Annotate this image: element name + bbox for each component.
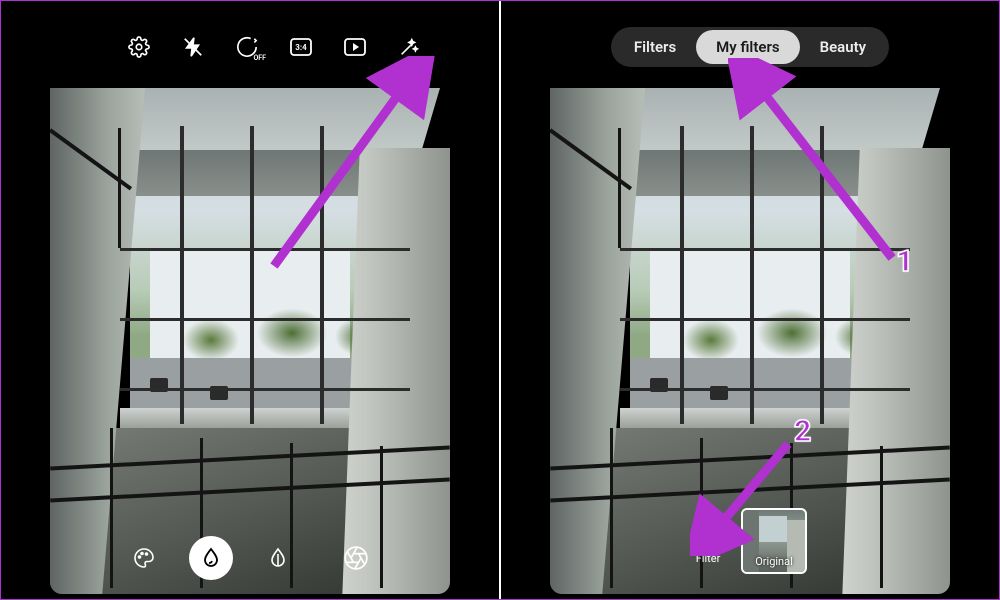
flash-off-icon[interactable]: [180, 34, 206, 60]
palette-icon[interactable]: [129, 543, 159, 573]
annotation-number-2: 2: [794, 414, 811, 449]
pane-divider: [499, 0, 501, 600]
filter-thumb-label: Original: [755, 555, 793, 568]
annotation-arrow-1: [728, 58, 908, 268]
ratio-label: 3:4: [295, 43, 306, 52]
tab-filters[interactable]: Filters: [614, 30, 696, 64]
annotation-arrow-2: [690, 436, 800, 556]
left-pane: OFF 3:4: [0, 0, 500, 600]
annotation-number-1: 1: [896, 244, 913, 279]
aperture-icon[interactable]: [341, 543, 371, 573]
right-pane: Filters My filters Beauty: [500, 0, 1000, 600]
phone-left: OFF 3:4: [50, 6, 450, 594]
leaf-icon[interactable]: [263, 543, 293, 573]
effects-bottombar: [50, 522, 450, 594]
filter-drop-icon[interactable]: [189, 536, 233, 580]
phone-right: Filters My filters Beauty: [550, 6, 950, 594]
settings-icon[interactable]: [126, 34, 152, 60]
annotation-arrow-left: [256, 56, 436, 276]
